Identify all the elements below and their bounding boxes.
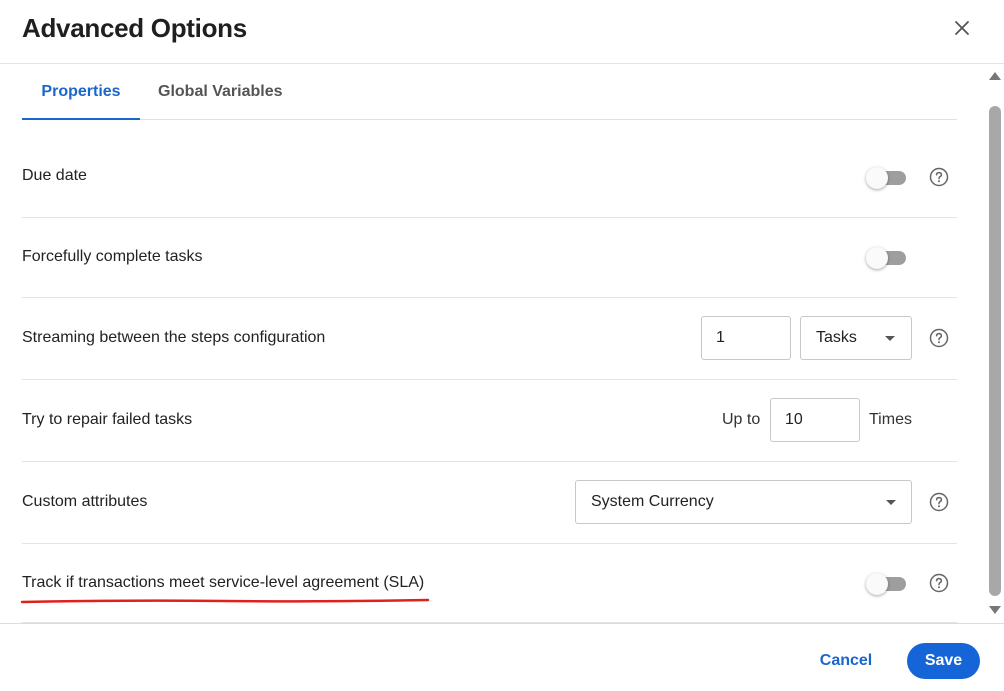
red-underline-annotation [20,598,430,604]
repair-suffix: Times [869,411,912,428]
toggle-knob [866,573,888,595]
due-date-toggle[interactable] [866,167,908,189]
streaming-row: Streaming between the steps configuratio… [22,298,957,380]
tab-global-variables[interactable]: Global Variables [158,64,288,120]
dialog-title: Advanced Options [22,13,247,43]
custom-attributes-select[interactable]: System Currency [575,480,912,524]
save-button[interactable]: Save [907,643,980,679]
advanced-options-dialog: Advanced Options Properties Global Varia… [0,0,1004,691]
scroll-down-arrow-icon[interactable] [989,606,1001,614]
repair-label: Try to repair failed tasks [22,411,193,428]
chevron-down-icon [885,336,895,341]
repair-prefix: Up to [722,411,761,428]
help-circle-icon[interactable] [929,328,949,348]
custom-attributes-label: Custom attributes [22,493,148,510]
scrollbar[interactable] [986,64,1004,624]
cancel-button[interactable]: Cancel [806,643,886,679]
sla-label: Track if transactions meet service-level… [22,574,425,591]
tab-bar: Properties Global Variables [22,64,957,120]
scroll-up-arrow-icon[interactable] [989,72,1001,80]
due-date-row: Due date [22,120,957,218]
custom-attributes-row: Custom attributes System Currency [22,462,957,544]
streaming-unit-value: Tasks [816,329,857,346]
tab-properties[interactable]: Properties [22,64,140,120]
toggle-knob [866,167,888,189]
help-circle-icon[interactable] [929,492,949,512]
help-circle-icon[interactable] [929,167,949,187]
streaming-unit-select[interactable]: Tasks [800,316,912,360]
dialog-header: Advanced Options [0,0,1004,64]
toggle-knob [866,247,888,269]
dialog-footer: Cancel Save [0,623,1004,691]
streaming-label: Streaming between the steps configuratio… [22,329,326,346]
sla-toggle[interactable] [866,573,908,595]
repair-times-input[interactable] [770,398,860,442]
chevron-down-icon [886,500,896,505]
custom-attributes-value: System Currency [591,493,714,510]
force-complete-toggle[interactable] [866,247,908,269]
streaming-count-input[interactable] [701,316,791,360]
repair-row: Try to repair failed tasks Up to Times [22,380,957,462]
scrollbar-thumb[interactable] [989,106,1001,596]
sla-row: Track if transactions meet service-level… [22,544,957,623]
force-complete-label: Forcefully complete tasks [22,248,203,265]
due-date-label: Due date [22,167,87,184]
close-icon[interactable] [950,16,974,40]
help-circle-icon[interactable] [929,573,949,593]
force-complete-row: Forcefully complete tasks [22,218,957,298]
